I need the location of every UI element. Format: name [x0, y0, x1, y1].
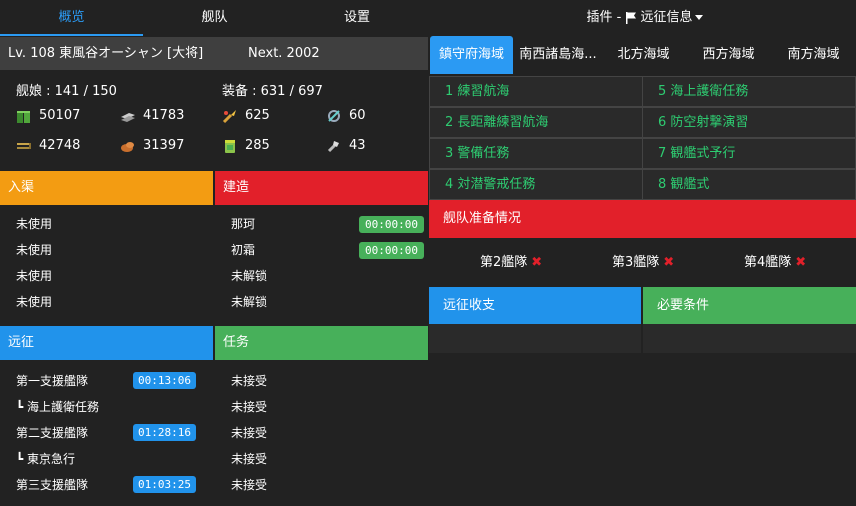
- mission-item[interactable]: 2 長距離練習航海: [429, 107, 643, 138]
- sea-area-tabs: 鎮守府海域 南西諸島海... 北方海域 西方海域 南方海域: [429, 36, 856, 74]
- plugin-label: 插件 -: [586, 10, 626, 25]
- chevron-down-icon: [695, 15, 704, 20]
- tab-nansei-sea[interactable]: 南西諸島海...: [515, 36, 601, 74]
- quests-header: 任务: [215, 326, 428, 360]
- list-item: 第二支援艦隊 01:28:16: [0, 420, 213, 446]
- plugin-dropdown[interactable]: 插件 - 远征信息: [560, 0, 730, 36]
- ship-count: 舰娘 : 141 / 150: [16, 84, 117, 99]
- list-item: 初霜 00:00:00: [215, 237, 428, 263]
- resource-value: 31397: [143, 138, 185, 153]
- plugin-name: 远征信息: [640, 10, 693, 25]
- resource-value: 42748: [39, 138, 81, 153]
- close-icon: ✖: [795, 255, 807, 270]
- fuel-icon: [17, 111, 30, 123]
- tab-nanpo-sea[interactable]: 南方海域: [771, 36, 856, 74]
- list-item: ┗ 東京急行: [16, 452, 76, 466]
- requirements-header: 必要条件: [643, 287, 856, 324]
- expedition-header: 远征: [0, 326, 213, 360]
- fleet-status-3: 第3艦隊 ✖: [612, 255, 675, 270]
- instant-repair-icon: [222, 110, 236, 124]
- resource-value: 625: [245, 108, 270, 123]
- fleet-status-2: 第2艦隊 ✖: [480, 255, 543, 270]
- timer-badge: 00:00:00: [359, 216, 424, 233]
- steel-icon: [121, 113, 135, 122]
- docks-header: 入渠: [0, 171, 213, 205]
- tab-seiho-sea[interactable]: 西方海域: [686, 36, 771, 74]
- timer-badge: 01:03:25: [133, 476, 196, 493]
- fleet-prep-header: 舰队准备情况: [429, 200, 856, 238]
- timer-badge: 01:28:16: [133, 424, 196, 441]
- resource-value: 43: [349, 138, 366, 153]
- instant-construction-icon: [225, 140, 235, 153]
- quests-list: 未接受 未接受 未接受 未接受 未接受: [215, 368, 428, 498]
- fleet-prep-status: 第2艦隊 ✖ 第3艦隊 ✖ 第4艦隊 ✖: [429, 238, 856, 288]
- expedition-income-header: 远征收支: [429, 287, 641, 324]
- mission-item[interactable]: 1 練習航海: [429, 76, 643, 107]
- improvement-material-icon: [327, 141, 339, 153]
- construction-header: 建造: [215, 171, 428, 205]
- mission-item[interactable]: 4 対潜警戒任務: [429, 169, 643, 200]
- list-item: 未解锁: [231, 295, 268, 309]
- list-item: 未接受: [231, 478, 268, 492]
- list-item: 第三支援艦隊 01:03:25: [0, 472, 213, 498]
- resource-value: 50107: [39, 108, 81, 123]
- construction-list: 那珂 00:00:00 初霜 00:00:00 未解锁 未解锁: [215, 211, 428, 315]
- tab-overview[interactable]: 概览: [0, 0, 143, 36]
- active-tab-indicator: [0, 34, 143, 36]
- top-nav: 概览 舰队 设置 插件 - 远征信息: [0, 0, 856, 36]
- list-item: 未使用: [16, 295, 53, 309]
- bauxite-icon: [121, 142, 134, 152]
- admiral-info-bar: Lv. 108 東風谷オーシャン [大将] Next. 2002: [0, 37, 428, 70]
- tab-chinjufu-sea[interactable]: 鎮守府海域: [430, 36, 513, 74]
- docks-list: 未使用 未使用 未使用 未使用: [0, 211, 213, 315]
- mission-item[interactable]: 6 防空射撃演習: [642, 107, 856, 138]
- mission-item[interactable]: 5 海上護衛任務: [642, 76, 856, 107]
- tab-hoppo-sea[interactable]: 北方海域: [601, 36, 686, 74]
- ammo-icon: [17, 143, 31, 149]
- expedition-income-body: [429, 324, 641, 353]
- expedition-list: 第一支援艦隊 00:13:06 ┗ 海上護衛任務 第二支援艦隊 01:28:16 ┗…: [0, 368, 213, 498]
- next-exp: Next. 2002: [248, 46, 320, 61]
- flag-icon: [626, 12, 637, 24]
- equipment-count: 装备 : 631 / 697: [222, 84, 323, 99]
- list-item: 未接受: [231, 426, 268, 440]
- list-item: 未使用: [16, 217, 53, 231]
- tab-settings[interactable]: 设置: [286, 0, 428, 36]
- admiral-level: Lv. 108 東風谷オーシャン [大将]: [8, 46, 204, 61]
- close-icon: ✖: [531, 255, 543, 270]
- mission-item[interactable]: 8 観艦式: [642, 169, 856, 200]
- fleet-status-4: 第4艦隊 ✖: [744, 255, 807, 270]
- timer-badge: 00:13:06: [133, 372, 196, 389]
- timer-badge: 00:00:00: [359, 242, 424, 259]
- tab-fleet[interactable]: 舰队: [143, 0, 286, 36]
- list-item: ┗ 海上護衛任務: [16, 400, 100, 414]
- list-item: 第一支援艦隊 00:13:06: [0, 368, 213, 394]
- list-item: 那珂 00:00:00: [215, 211, 428, 237]
- mission-item[interactable]: 3 警備任務: [429, 138, 643, 169]
- list-item: 未解锁: [231, 269, 268, 283]
- mission-grid: 1 練習航海 5 海上護衛任務 2 長距離練習航海 6 防空射撃演習 3 警備任…: [429, 76, 856, 200]
- list-item: 未接受: [231, 400, 268, 414]
- close-icon: ✖: [663, 255, 675, 270]
- resource-value: 285: [245, 138, 270, 153]
- development-material-icon: [328, 110, 340, 122]
- list-item: 未使用: [16, 243, 53, 257]
- resource-value: 41783: [143, 108, 185, 123]
- resources-panel: 舰娘 : 141 / 150 装备 : 631 / 697 50107 4178…: [0, 70, 428, 170]
- list-item: 未接受: [231, 452, 268, 466]
- list-item: 未使用: [16, 269, 53, 283]
- mission-item[interactable]: 7 観艦式予行: [642, 138, 856, 169]
- resource-value: 60: [349, 108, 366, 123]
- list-item: 未接受: [231, 374, 268, 388]
- requirements-body: [643, 324, 856, 353]
